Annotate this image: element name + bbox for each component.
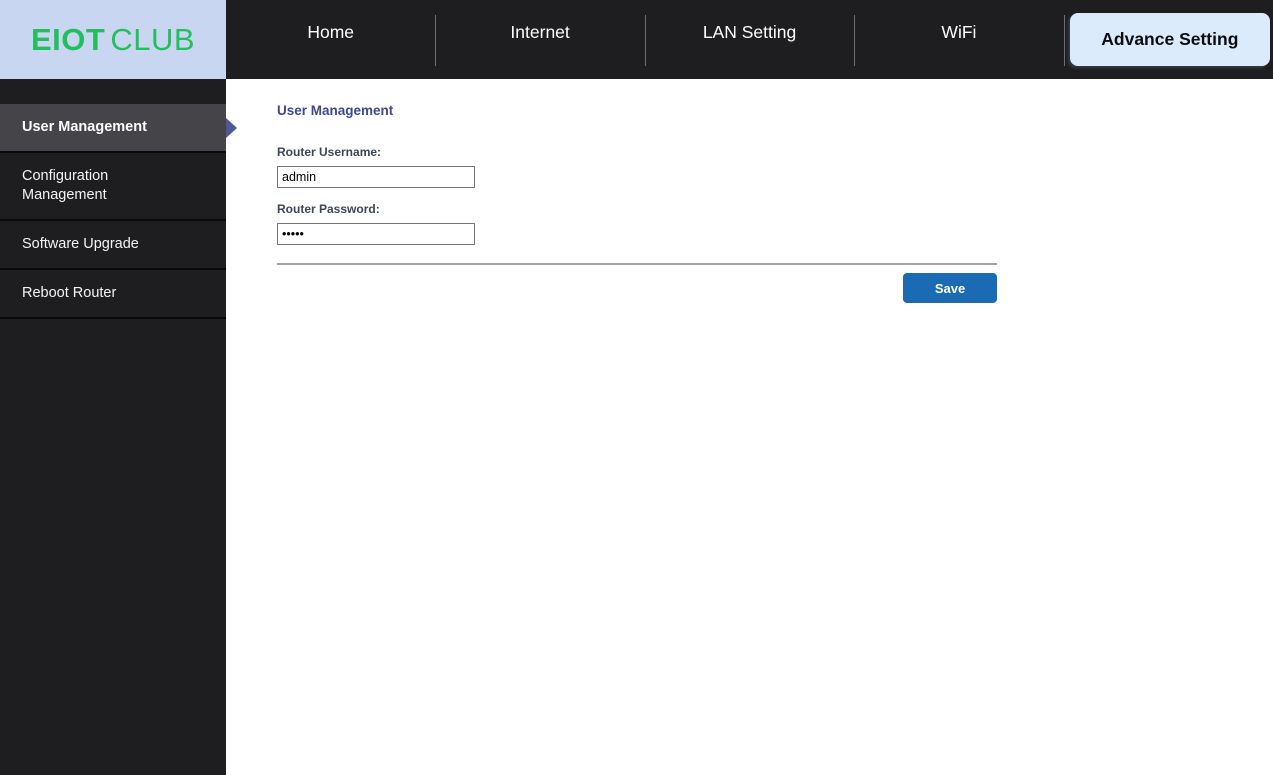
sidebar: User Management Configuration Management… (0, 79, 237, 775)
nav-item-advance-setting[interactable]: Advance Setting (1063, 0, 1273, 79)
sidebar-item-label: User Management (22, 119, 147, 135)
sidebar-item-user-management[interactable]: User Management (0, 104, 237, 153)
brand-logo: EIOT CLUB (0, 0, 226, 79)
nav-item-lan-setting[interactable]: LAN Setting (644, 0, 854, 79)
nav-item-label: Internet (510, 22, 570, 42)
sidebar-item-configuration-management[interactable]: Configuration Management (0, 153, 226, 221)
nav-item-wifi[interactable]: WiFi (854, 0, 1063, 79)
username-input[interactable] (277, 166, 475, 188)
nav-item-label: WiFi (941, 22, 977, 42)
sidebar-item-label: Configuration Management (22, 168, 109, 203)
save-row: Save (277, 273, 997, 303)
sidebar-item-label: Reboot Router (22, 285, 117, 301)
sidebar-item-label: Software Upgrade (22, 236, 139, 252)
password-input[interactable] (277, 223, 475, 245)
nav-item-label: LAN Setting (702, 22, 797, 42)
nav-item-label: Home (307, 22, 355, 42)
logo-text-secondary: CLUB (110, 21, 196, 57)
nav-item-label-active: Advance Setting (1069, 13, 1271, 66)
main-nav: Home Internet LAN Setting WiFi Advance S… (226, 0, 1273, 79)
page-title: User Management (277, 103, 394, 118)
save-button[interactable]: Save (903, 273, 997, 303)
password-label: Router Password: (277, 202, 380, 216)
main-content: User Management Router Username: Router … (226, 79, 1273, 775)
sidebar-item-software-upgrade[interactable]: Software Upgrade (0, 221, 226, 270)
active-item-arrow-icon (226, 117, 237, 138)
app-container: EIOT CLUB Home Internet LAN Setting WiFi… (0, 0, 1273, 775)
logo-text-primary: EIOT (30, 21, 106, 57)
top-bar: EIOT CLUB Home Internet LAN Setting WiFi… (0, 0, 1273, 79)
nav-item-internet[interactable]: Internet (435, 0, 644, 79)
nav-item-home[interactable]: Home (226, 0, 435, 79)
username-label: Router Username: (277, 145, 382, 159)
body-row: User Management Configuration Management… (0, 79, 1273, 775)
content-divider (277, 263, 997, 265)
sidebar-item-reboot-router[interactable]: Reboot Router (0, 270, 226, 319)
